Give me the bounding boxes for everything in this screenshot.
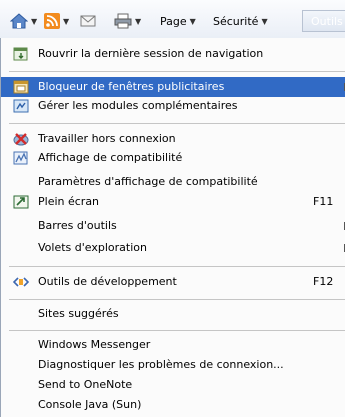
menu-item-label: Paramètres d'affichage de compatibilité <box>38 175 258 188</box>
menu-item-label: Gérer les modules complémentaires <box>38 99 238 112</box>
menu-item-explorer-bars[interactable]: Volets d'exploration <box>1 238 345 258</box>
menu-item-dev-tools[interactable]: Outils de développement F12 <box>1 272 345 292</box>
addons-icon <box>13 99 29 113</box>
tools-menu: Rouvrir la dernière session de navigatio… <box>0 38 345 417</box>
menu-item-label: Rouvrir la dernière session de navigatio… <box>38 47 264 60</box>
menu-item-fullscreen[interactable]: Plein écran F11 <box>1 192 345 212</box>
menu-item-work-offline[interactable]: Travailler hors connexion <box>1 129 345 149</box>
page-menu-button[interactable]: Page ▼ <box>160 12 196 30</box>
command-bar: ▼ ▼ ▼ Page ▼ Sécurité ▼ Outils <box>0 0 345 40</box>
mail-icon <box>80 15 96 27</box>
chevron-down-icon: ▼ <box>189 16 196 26</box>
security-menu-label: Sécurité <box>213 14 259 28</box>
reopen-session-icon <box>13 47 28 61</box>
menu-item-label: Outils de développement <box>38 275 177 288</box>
chevron-down-icon: ▼ <box>261 16 268 26</box>
dev-tools-icon <box>13 277 29 287</box>
work-offline-icon <box>13 133 29 146</box>
printer-icon <box>114 13 132 29</box>
menu-item-label: Sites suggérés <box>38 307 119 320</box>
menu-item-java-console[interactable]: Console Java (Sun) <box>1 395 345 415</box>
menu-item-diagnose[interactable]: Diagnostiquer les problèmes de connexion… <box>1 355 345 375</box>
menu-separator <box>9 123 345 124</box>
feeds-button[interactable]: ▼ <box>44 12 69 30</box>
menu-separator <box>9 330 345 331</box>
popup-blocker-icon <box>13 80 29 94</box>
menu-item-label: Plein écran <box>38 195 100 208</box>
menu-item-popup-blocker[interactable]: Bloqueur de fenêtres publicitaires <box>1 77 345 97</box>
shortcut-label: F12 <box>313 275 334 288</box>
menu-item-label: Affichage de compatibilité <box>38 151 183 164</box>
security-menu-button[interactable]: Sécurité ▼ <box>213 12 268 30</box>
page-menu-label: Page <box>160 14 187 28</box>
menu-separator <box>9 266 345 267</box>
chevron-down-icon: ▼ <box>135 16 142 26</box>
menu-item-label: Windows Messenger <box>38 338 151 351</box>
mail-button[interactable] <box>80 12 96 30</box>
print-button[interactable]: ▼ <box>114 12 141 30</box>
menu-separator <box>9 71 345 72</box>
tools-menu-button[interactable]: Outils <box>302 10 345 32</box>
menu-item-suggested-sites[interactable]: Sites suggérés <box>1 304 345 324</box>
compat-view-icon <box>13 151 28 165</box>
menu-separator <box>9 299 345 300</box>
shortcut-label: F11 <box>313 195 334 208</box>
menu-item-compat-settings[interactable]: Paramètres d'affichage de compatibilité <box>1 172 345 192</box>
home-icon <box>10 13 28 29</box>
menu-item-toolbars[interactable]: Barres d'outils <box>1 216 345 236</box>
menu-item-label: Console Java (Sun) <box>38 398 142 411</box>
menu-item-compat-view[interactable]: Affichage de compatibilité <box>1 148 345 168</box>
fullscreen-icon <box>13 195 29 209</box>
menu-item-label: Barres d'outils <box>38 219 117 232</box>
chevron-down-icon: ▼ <box>63 16 70 26</box>
chevron-down-icon: ▼ <box>31 16 38 26</box>
menu-item-label: Travailler hors connexion <box>38 132 176 145</box>
home-button[interactable]: ▼ <box>10 12 37 30</box>
menu-item-label: Send to OneNote <box>38 378 133 391</box>
menu-item-manage-addons[interactable]: Gérer les modules complémentaires <box>1 96 345 116</box>
menu-item-messenger[interactable]: Windows Messenger <box>1 335 345 355</box>
menu-item-reopen-session[interactable]: Rouvrir la dernière session de navigatio… <box>1 44 345 64</box>
menu-item-label: Volets d'exploration <box>38 241 147 254</box>
menu-item-label: Diagnostiquer les problèmes de connexion… <box>38 358 284 371</box>
rss-icon <box>44 13 60 29</box>
menu-item-onenote[interactable]: Send to OneNote <box>1 375 345 395</box>
menu-item-label: Bloqueur de fenêtres publicitaires <box>38 80 225 93</box>
